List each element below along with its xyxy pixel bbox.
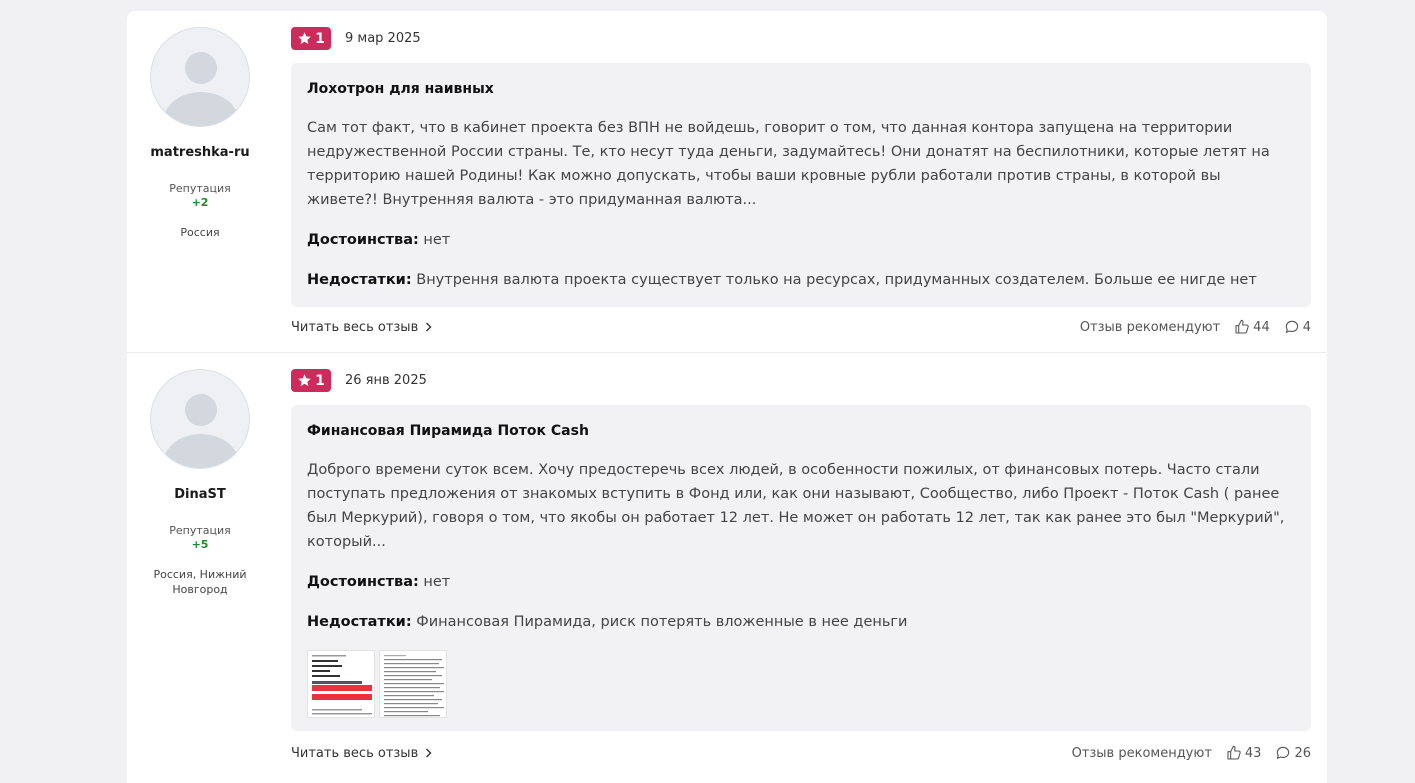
review-card: DinaST Репутация +5 Россия, Нижний Новго… — [127, 353, 1327, 783]
review-pros: Достоинства: нет — [307, 228, 1295, 252]
cons-label: Недостатки: — [307, 614, 412, 630]
star-icon — [298, 374, 311, 387]
likes-count: 44 — [1253, 319, 1270, 335]
review-author: matreshka-ru Репутация +2 Россия — [127, 27, 273, 240]
rating-value: 1 — [315, 30, 325, 47]
pros-label: Достоинства: — [307, 574, 419, 590]
reputation-label: Репутация — [169, 182, 231, 195]
attachment-thumbnail[interactable] — [379, 650, 447, 718]
likes-count: 43 — [1244, 745, 1262, 761]
review-footer: Читать весь отзыв Отзыв рекомендуют 44 4 — [291, 317, 1311, 337]
thumbs-up-icon — [1235, 319, 1249, 334]
author-location: Россия — [180, 226, 220, 239]
recommend-label: Отзыв рекомендуют — [1079, 319, 1221, 335]
thumbs-up-icon — [1227, 745, 1241, 760]
comments-count: 26 — [1294, 745, 1311, 761]
rating-badge: 1 — [291, 27, 331, 50]
chevron-right-icon — [426, 748, 432, 758]
attachment-thumbnail[interactable] — [307, 650, 375, 718]
author-location: Россия, Нижний Новгород — [153, 568, 247, 596]
star-icon — [298, 32, 311, 45]
reputation-value: +5 — [191, 538, 209, 551]
comment-icon — [1285, 320, 1298, 333]
recommend-label: Отзыв рекомендуют — [1071, 745, 1212, 761]
read-all-label: Читать весь отзыв — [291, 319, 419, 335]
comments-button[interactable]: 26 — [1275, 745, 1311, 761]
author-name[interactable]: DinaST — [127, 487, 273, 502]
review-date: 9 мар 2025 — [345, 31, 421, 46]
reputation-label: Репутация — [169, 524, 231, 537]
rating-value: 1 — [315, 372, 325, 389]
read-full-review-link[interactable]: Читать весь отзыв — [291, 746, 432, 761]
avatar[interactable] — [150, 27, 250, 127]
review-meta: 1 9 мар 2025 — [291, 27, 421, 50]
review-title[interactable]: Финансовая Пирамида Поток Cash — [307, 421, 1295, 441]
reputation-value: +2 — [191, 196, 209, 209]
review-text: Доброго времени суток всем. Хочу предост… — [307, 462, 1285, 550]
avatar[interactable] — [150, 369, 250, 469]
review-cons: Недостатки: Внутрення валюта проекта сущ… — [307, 268, 1295, 292]
review-author: DinaST Репутация +5 Россия, Нижний Новго… — [127, 369, 273, 597]
review-meta: 1 26 янв 2025 — [291, 369, 427, 392]
pros-label: Достоинства: — [307, 232, 419, 248]
pros-text: нет — [423, 232, 451, 248]
likes-button[interactable]: 44 — [1234, 319, 1270, 335]
review-title[interactable]: Лохотрон для наивных — [307, 79, 1295, 99]
cons-text: Финансовая Пирамида, риск потерять вложе… — [416, 614, 908, 630]
review-stats: Отзыв рекомендуют 44 4 — [1080, 319, 1311, 335]
comment-icon — [1277, 746, 1290, 759]
read-full-review-link[interactable]: Читать весь отзыв — [291, 320, 432, 335]
review-footer: Читать весь отзыв Отзыв рекомендуют 43 2… — [291, 743, 1311, 763]
author-name[interactable]: matreshka-ru — [127, 145, 273, 160]
review-date: 26 янв 2025 — [345, 373, 427, 388]
likes-button[interactable]: 43 — [1226, 745, 1262, 761]
cons-text: Внутрення валюта проекта существует толь… — [416, 272, 1257, 288]
read-all-label: Читать весь отзыв — [291, 745, 419, 761]
comments-button[interactable]: 4 — [1284, 319, 1311, 335]
review-card: matreshka-ru Репутация +2 Россия 1 9 мар… — [127, 11, 1327, 352]
chevron-right-icon — [426, 322, 432, 332]
review-stats: Отзыв рекомендуют 43 26 — [1072, 745, 1311, 761]
review-pros: Достоинства: нет — [307, 570, 1295, 594]
review-text: Сам тот факт, что в кабинет проекта без … — [307, 120, 1270, 208]
cons-label: Недостатки: — [307, 272, 412, 288]
review-body: Лохотрон для наивных Сам тот факт, что в… — [291, 63, 1311, 307]
rating-badge: 1 — [291, 369, 331, 392]
review-body: Финансовая Пирамида Поток Cash Доброго в… — [291, 405, 1311, 731]
comments-count: 4 — [1302, 319, 1311, 335]
pros-text: нет — [423, 574, 451, 590]
review-attachments — [307, 650, 1295, 718]
review-cons: Недостатки: Финансовая Пирамида, риск по… — [307, 610, 1295, 634]
